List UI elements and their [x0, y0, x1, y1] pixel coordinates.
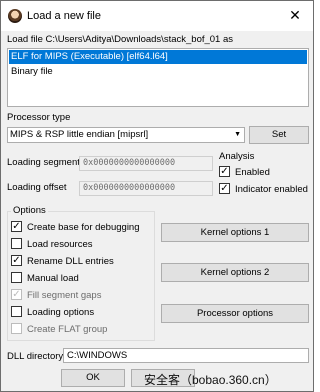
kernel-options-2-button[interactable]: Kernel options 2	[161, 263, 309, 282]
dll-directory-label: DLL directory	[7, 351, 64, 362]
list-item[interactable]: Binary file	[9, 65, 307, 79]
processor-type-label: Processor type	[7, 112, 71, 123]
load-resources-checkbox[interactable]	[11, 238, 22, 249]
kernel-options-1-button[interactable]: Kernel options 1	[161, 223, 309, 242]
list-item[interactable]: ELF for MIPS (Executable) [elf64.l64]	[9, 50, 307, 64]
close-icon[interactable]: ✕	[285, 6, 305, 24]
loading-offset-field[interactable]: 0x0000000000000000	[79, 181, 213, 196]
indicator-enabled-checkbox[interactable]: ✓	[219, 183, 230, 194]
create-base-checkbox[interactable]: ✓	[11, 221, 22, 232]
loading-segment-label: Loading segment	[7, 157, 80, 168]
title-bar: Load a new file ✕	[1, 1, 313, 31]
dialog-title: Load a new file	[27, 10, 101, 22]
option-label: Manual load	[27, 273, 79, 284]
set-button[interactable]: Set	[249, 126, 309, 144]
option-label: Create FLAT group	[27, 324, 108, 335]
ok-button[interactable]: OK	[61, 369, 125, 387]
option-label: Fill segment gaps	[27, 290, 102, 301]
option-label: Loading options	[27, 307, 95, 318]
dll-directory-field[interactable]: C:\WINDOWS	[63, 348, 309, 363]
analysis-enabled-checkbox[interactable]: ✓	[219, 166, 230, 177]
loading-options-checkbox[interactable]	[11, 306, 22, 317]
create-flat-group-checkbox	[11, 323, 22, 334]
rename-dll-checkbox[interactable]: ✓	[11, 255, 22, 266]
indicator-enabled-label: Indicator enabled	[235, 184, 308, 195]
processor-options-button[interactable]: Processor options	[161, 304, 309, 323]
watermark: 安全客（bobao.360.cn）	[144, 373, 277, 387]
analysis-title: Analysis	[219, 151, 255, 162]
option-label: Load resources	[27, 239, 93, 250]
processor-type-select[interactable]: MIPS & RSP little endian [mipsrl] ▼	[7, 127, 245, 143]
option-label: Rename DLL entries	[27, 256, 114, 267]
manual-load-checkbox[interactable]	[11, 272, 22, 283]
file-type-list[interactable]: ELF for MIPS (Executable) [elf64.l64] Bi…	[7, 48, 309, 107]
loading-segment-field[interactable]: 0x0000000000000000	[79, 156, 213, 171]
load-file-label: Load file C:\Users\Aditya\Downloads\stac…	[7, 34, 234, 45]
app-icon	[8, 9, 22, 23]
loading-offset-label: Loading offset	[7, 182, 67, 193]
chevron-down-icon: ▼	[234, 131, 241, 138]
analysis-enabled-label: Enabled	[235, 167, 270, 178]
processor-type-value: MIPS & RSP little endian [mipsrl]	[10, 129, 149, 140]
load-file-dialog: Load a new file ✕ Load file C:\Users\Adi…	[0, 0, 314, 392]
fill-segment-gaps-checkbox: ✓	[11, 289, 22, 300]
options-title: Options	[11, 205, 48, 216]
option-label: Create base for debugging	[27, 222, 140, 233]
